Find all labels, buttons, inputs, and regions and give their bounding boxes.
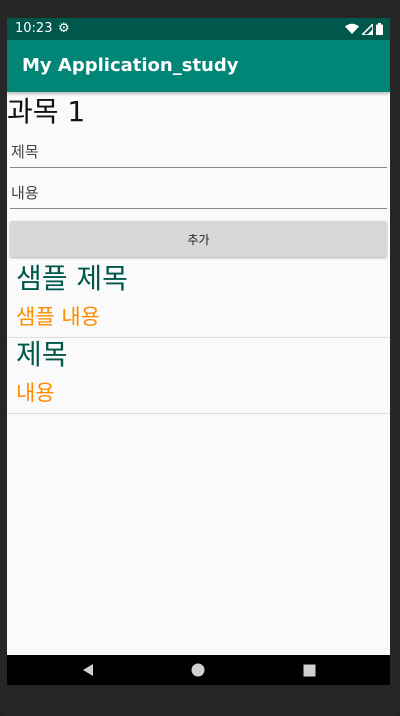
item-title: 제목 — [16, 338, 68, 371]
item-list: 샘플 제목 샘플 내용 제목 내용 — [7, 262, 390, 414]
settings-gear-icon: ⚙ — [58, 21, 70, 36]
app-toolbar: My Application_study — [7, 40, 390, 92]
navigation-bar — [7, 655, 390, 685]
title-input[interactable] — [10, 137, 387, 168]
recents-icon — [303, 664, 315, 676]
main-content: 과목 1 추가 샘플 제목 샘플 내용 제목 내용 — [7, 92, 390, 655]
list-item[interactable]: 제목 내용 — [7, 338, 390, 414]
item-title: 샘플 제목 — [16, 262, 128, 295]
home-icon — [191, 663, 205, 677]
home-button[interactable] — [188, 660, 208, 680]
list-item[interactable]: 샘플 제목 샘플 내용 — [7, 262, 390, 338]
back-icon — [83, 664, 93, 676]
wifi-icon — [345, 23, 359, 34]
toolbar-title: My Application_study — [22, 55, 239, 76]
content-input[interactable] — [10, 178, 387, 209]
status-time: 10:23 — [15, 21, 53, 36]
status-icons — [345, 22, 383, 36]
item-content: 내용 — [16, 381, 55, 405]
phone-screen: 10:23 ⚙ My Application_study 과목 1 제목 내용 … — [7, 18, 390, 685]
add-button[interactable]: 추가 — [10, 221, 387, 257]
status-bar: 10:23 ⚙ — [7, 18, 390, 40]
recents-button[interactable] — [299, 660, 319, 680]
subject-title: 과목 1 — [7, 95, 86, 128]
device-frame: 10:23 ⚙ My Application_study 과목 1 제목 내용 … — [0, 0, 400, 716]
item-content: 샘플 내용 — [16, 305, 100, 329]
signal-icon — [362, 23, 373, 35]
back-button[interactable] — [78, 660, 98, 680]
battery-icon — [376, 23, 383, 35]
